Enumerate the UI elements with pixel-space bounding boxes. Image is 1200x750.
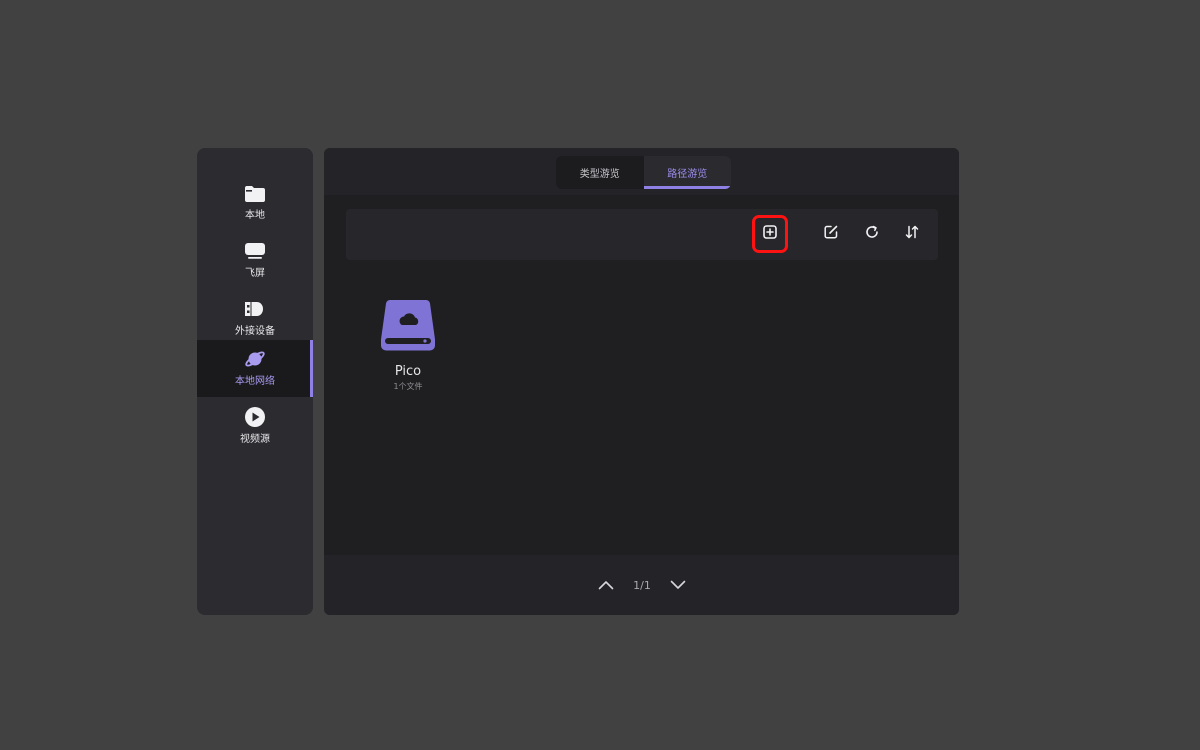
monitor-icon [244,240,266,262]
file-count: 1个文件 [393,382,423,391]
sidebar-item-local-network[interactable]: 本地网络 [197,340,313,397]
browse-mode-tabs: 类型游览 路径游览 [556,156,731,189]
sidebar-item-local[interactable]: 本地 [197,182,313,228]
add-button[interactable] [752,215,788,253]
sidebar-item-flyscreen[interactable]: 飞屏 [197,240,313,286]
refresh-icon [864,224,880,244]
top-bar: 类型游览 路径游览 [324,148,959,195]
file-name: Pico [394,364,422,379]
sidebar-item-label: 飞屏 [245,268,265,279]
tab-type-browse[interactable]: 类型游览 [556,156,644,189]
folder-icon [244,182,266,204]
sidebar: 本地 飞屏 外接设备 本地网络 视频源 [197,148,313,615]
chevron-down-icon [670,580,686,589]
refresh-button[interactable] [854,215,890,253]
edit-button[interactable] [813,215,849,253]
page-down-button[interactable] [668,575,688,595]
usb-drive-icon [244,298,266,320]
sidebar-item-label: 视频源 [240,434,270,445]
page-indicator: 1/1 [633,578,651,592]
file-item-pico[interactable]: Pico 1个文件 [372,298,444,392]
tab-path-browse[interactable]: 路径游览 [643,156,731,189]
page-up-button[interactable] [596,575,616,595]
sort-button[interactable] [894,215,930,253]
sort-icon [904,224,920,244]
edit-icon [823,224,839,244]
network-drive-icon [380,298,436,356]
sidebar-item-video-source[interactable]: 视频源 [197,406,313,452]
sidebar-item-label: 外接设备 [235,326,275,337]
play-circle-icon [244,406,266,428]
main-panel: 类型游览 路径游览 Pico 1个文件 1/1 [324,148,959,615]
add-square-icon [762,224,778,244]
planet-icon [244,348,266,370]
sidebar-item-label: 本地网络 [235,376,275,387]
sidebar-item-external-device[interactable]: 外接设备 [197,298,313,344]
bottom-bar: 1/1 [324,555,959,615]
toolbar [346,209,938,260]
sidebar-item-label: 本地 [245,210,265,221]
chevron-up-icon [598,581,614,590]
pager: 1/1 [596,573,688,597]
